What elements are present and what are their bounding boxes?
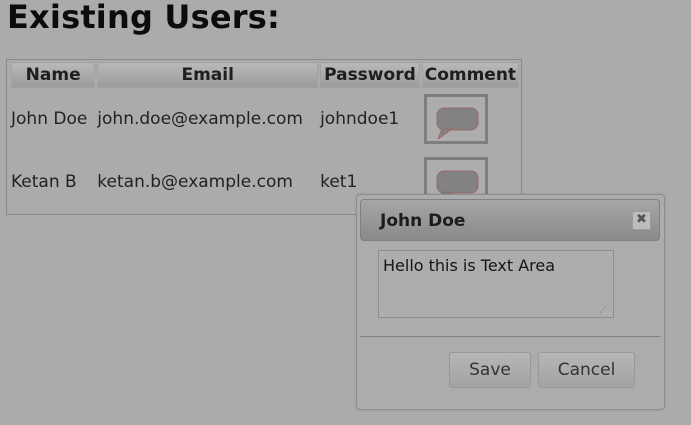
- table-header-row: Name Email Password Comment: [11, 62, 519, 88]
- dialog-divider: [360, 336, 660, 337]
- column-header-email: Email: [97, 62, 319, 88]
- user-name-cell: John Doe: [11, 109, 88, 129]
- users-table: Name Email Password Comment John Doe joh…: [9, 62, 521, 214]
- table-row: John Doe john.doe@example.com johndoe1: [11, 88, 519, 150]
- column-header-comment: Comment: [421, 62, 519, 88]
- comment-textarea[interactable]: Hello this is Text Area: [378, 250, 614, 318]
- save-button[interactable]: Save: [449, 352, 531, 388]
- user-email-cell: ketan.b@example.com: [97, 172, 293, 192]
- resize-grip-icon[interactable]: ⋰: [599, 306, 608, 315]
- speech-bubble-icon: [436, 107, 479, 140]
- user-name-cell: Ketan B: [11, 172, 77, 192]
- page-title: Existing Users:: [7, 0, 280, 36]
- user-comment-cell: [422, 88, 519, 150]
- user-password-cell: johndoe1: [320, 109, 400, 129]
- column-header-name: Name: [11, 62, 96, 88]
- comment-button[interactable]: [423, 94, 488, 144]
- column-header-password: Password: [320, 62, 420, 88]
- cancel-button[interactable]: Cancel: [538, 352, 635, 388]
- dialog-titlebar[interactable]: John Doe ✖: [360, 199, 660, 241]
- user-email-cell: john.doe@example.com: [97, 109, 303, 129]
- close-icon[interactable]: ✖: [632, 211, 651, 230]
- comment-dialog: John Doe ✖ Hello this is Text Area ⋰ Sav…: [356, 194, 665, 410]
- dialog-title: John Doe: [380, 211, 466, 231]
- users-table-container: Name Email Password Comment John Doe joh…: [6, 59, 522, 215]
- page: Existing Users: Name Email Password Comm…: [0, 0, 691, 425]
